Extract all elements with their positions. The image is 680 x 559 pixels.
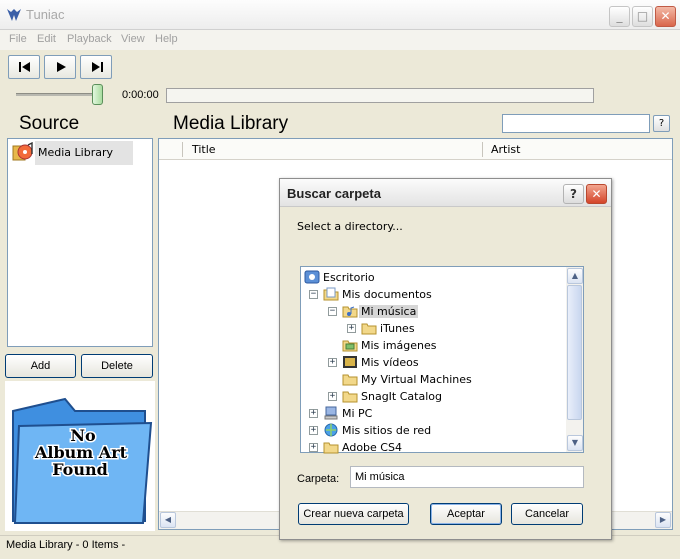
add-source-button[interactable]: Add [5,354,76,378]
scroll-down-arrow-icon[interactable]: ▼ [567,435,583,451]
folder-icon [342,389,358,403]
pictures-folder-icon [342,338,358,352]
scroll-up-arrow-icon[interactable]: ▲ [567,268,583,284]
folder-icon [342,372,358,386]
dialog-close-button[interactable]: ✕ [586,184,607,204]
minimize-button[interactable]: _ [609,6,630,27]
tree-item-label[interactable]: SnagIt Catalog [361,390,442,403]
library-heading: Media Library [173,113,289,134]
folder-icon [361,321,377,335]
menu-playback[interactable]: Playback [67,33,112,45]
dialog-prompt: Select a directory... [297,220,403,233]
expand-toggle[interactable]: + [309,426,318,435]
window-title: Tuniac [26,7,65,22]
title-bar [0,0,680,30]
tree-item-label[interactable]: Adobe CS4 [342,441,402,454]
collapse-toggle[interactable]: − [328,307,337,316]
source-list[interactable] [7,138,153,347]
delete-source-button[interactable]: Delete [81,354,153,378]
play-button[interactable] [44,55,76,79]
next-button[interactable] [80,55,112,79]
header-separator[interactable] [482,142,483,157]
menu-view[interactable]: View [121,33,145,45]
dialog-title: Buscar carpeta [287,186,381,201]
expand-toggle[interactable]: + [309,443,318,452]
list-header [159,139,672,160]
previous-button[interactable] [8,55,40,79]
no-album-art-icon: No Album Art Found [12,397,153,524]
cancel-button[interactable]: Cancelar [511,503,583,525]
column-header-artist[interactable]: Artist [491,143,520,156]
dialog-help-button[interactable]: ? [563,184,584,204]
library-search-input[interactable] [502,114,650,133]
play-icon [57,62,66,72]
expand-toggle[interactable]: + [328,358,337,367]
menu-edit[interactable]: Edit [37,33,56,45]
expand-toggle[interactable]: + [328,392,337,401]
menu-file[interactable]: File [9,33,27,45]
maximize-button[interactable]: □ [632,6,653,27]
expand-toggle[interactable]: + [309,409,318,418]
previous-icon [19,62,30,72]
header-separator[interactable] [182,142,183,157]
expand-toggle[interactable]: + [347,324,356,333]
next-icon [92,62,103,72]
scroll-right-arrow-icon[interactable]: ▶ [655,512,671,528]
menu-help[interactable]: Help [155,33,178,45]
documents-folder-icon [323,287,339,301]
tree-item-label[interactable]: iTunes [380,322,415,335]
tree-item-label[interactable]: Mi música [359,305,419,318]
column-header-title[interactable]: Title [192,143,216,156]
folder-label: Carpeta: [297,473,340,485]
accept-button[interactable]: Aceptar [430,503,502,525]
scroll-left-arrow-icon[interactable]: ◀ [160,512,176,528]
source-item-label[interactable]: Media Library [38,146,113,159]
folder-icon [323,440,339,454]
tree-item-label[interactable]: Mis documentos [342,288,432,301]
media-library-icon [12,141,34,162]
tree-item-label[interactable]: Escritorio [323,271,375,284]
tuniac-logo-icon [6,7,22,23]
desktop-icon [304,270,320,284]
videos-folder-icon [342,355,358,369]
source-heading: Source [19,113,80,134]
seek-bar[interactable] [166,88,594,103]
tree-item-label[interactable]: Mis imágenes [361,339,437,352]
tree-item-label[interactable]: My Virtual Machines [361,373,472,386]
music-folder-icon [342,304,358,318]
tree-scroll-thumb[interactable] [567,285,582,420]
tree-item-label[interactable]: Mis vídeos [361,356,419,369]
folder-input[interactable] [350,466,584,488]
elapsed-time: 0:00:00 [122,89,159,101]
volume-slider-track[interactable] [16,93,102,96]
computer-icon [323,406,339,420]
tree-item-label[interactable]: Mis sitios de red [342,424,431,437]
album-art-placeholder: No Album Art Found [5,381,155,531]
collapse-toggle[interactable]: − [309,290,318,299]
tree-item-label[interactable]: Mi PC [342,407,372,420]
library-help-button[interactable]: ? [653,115,670,132]
volume-slider-thumb[interactable] [92,84,103,105]
close-button[interactable]: ✕ [655,6,676,27]
status-text: Media Library - 0 Items - [6,539,126,551]
new-folder-button[interactable]: Crear nueva carpeta [298,503,409,525]
network-icon [323,423,339,437]
album-art-line-3: Found [52,460,108,479]
